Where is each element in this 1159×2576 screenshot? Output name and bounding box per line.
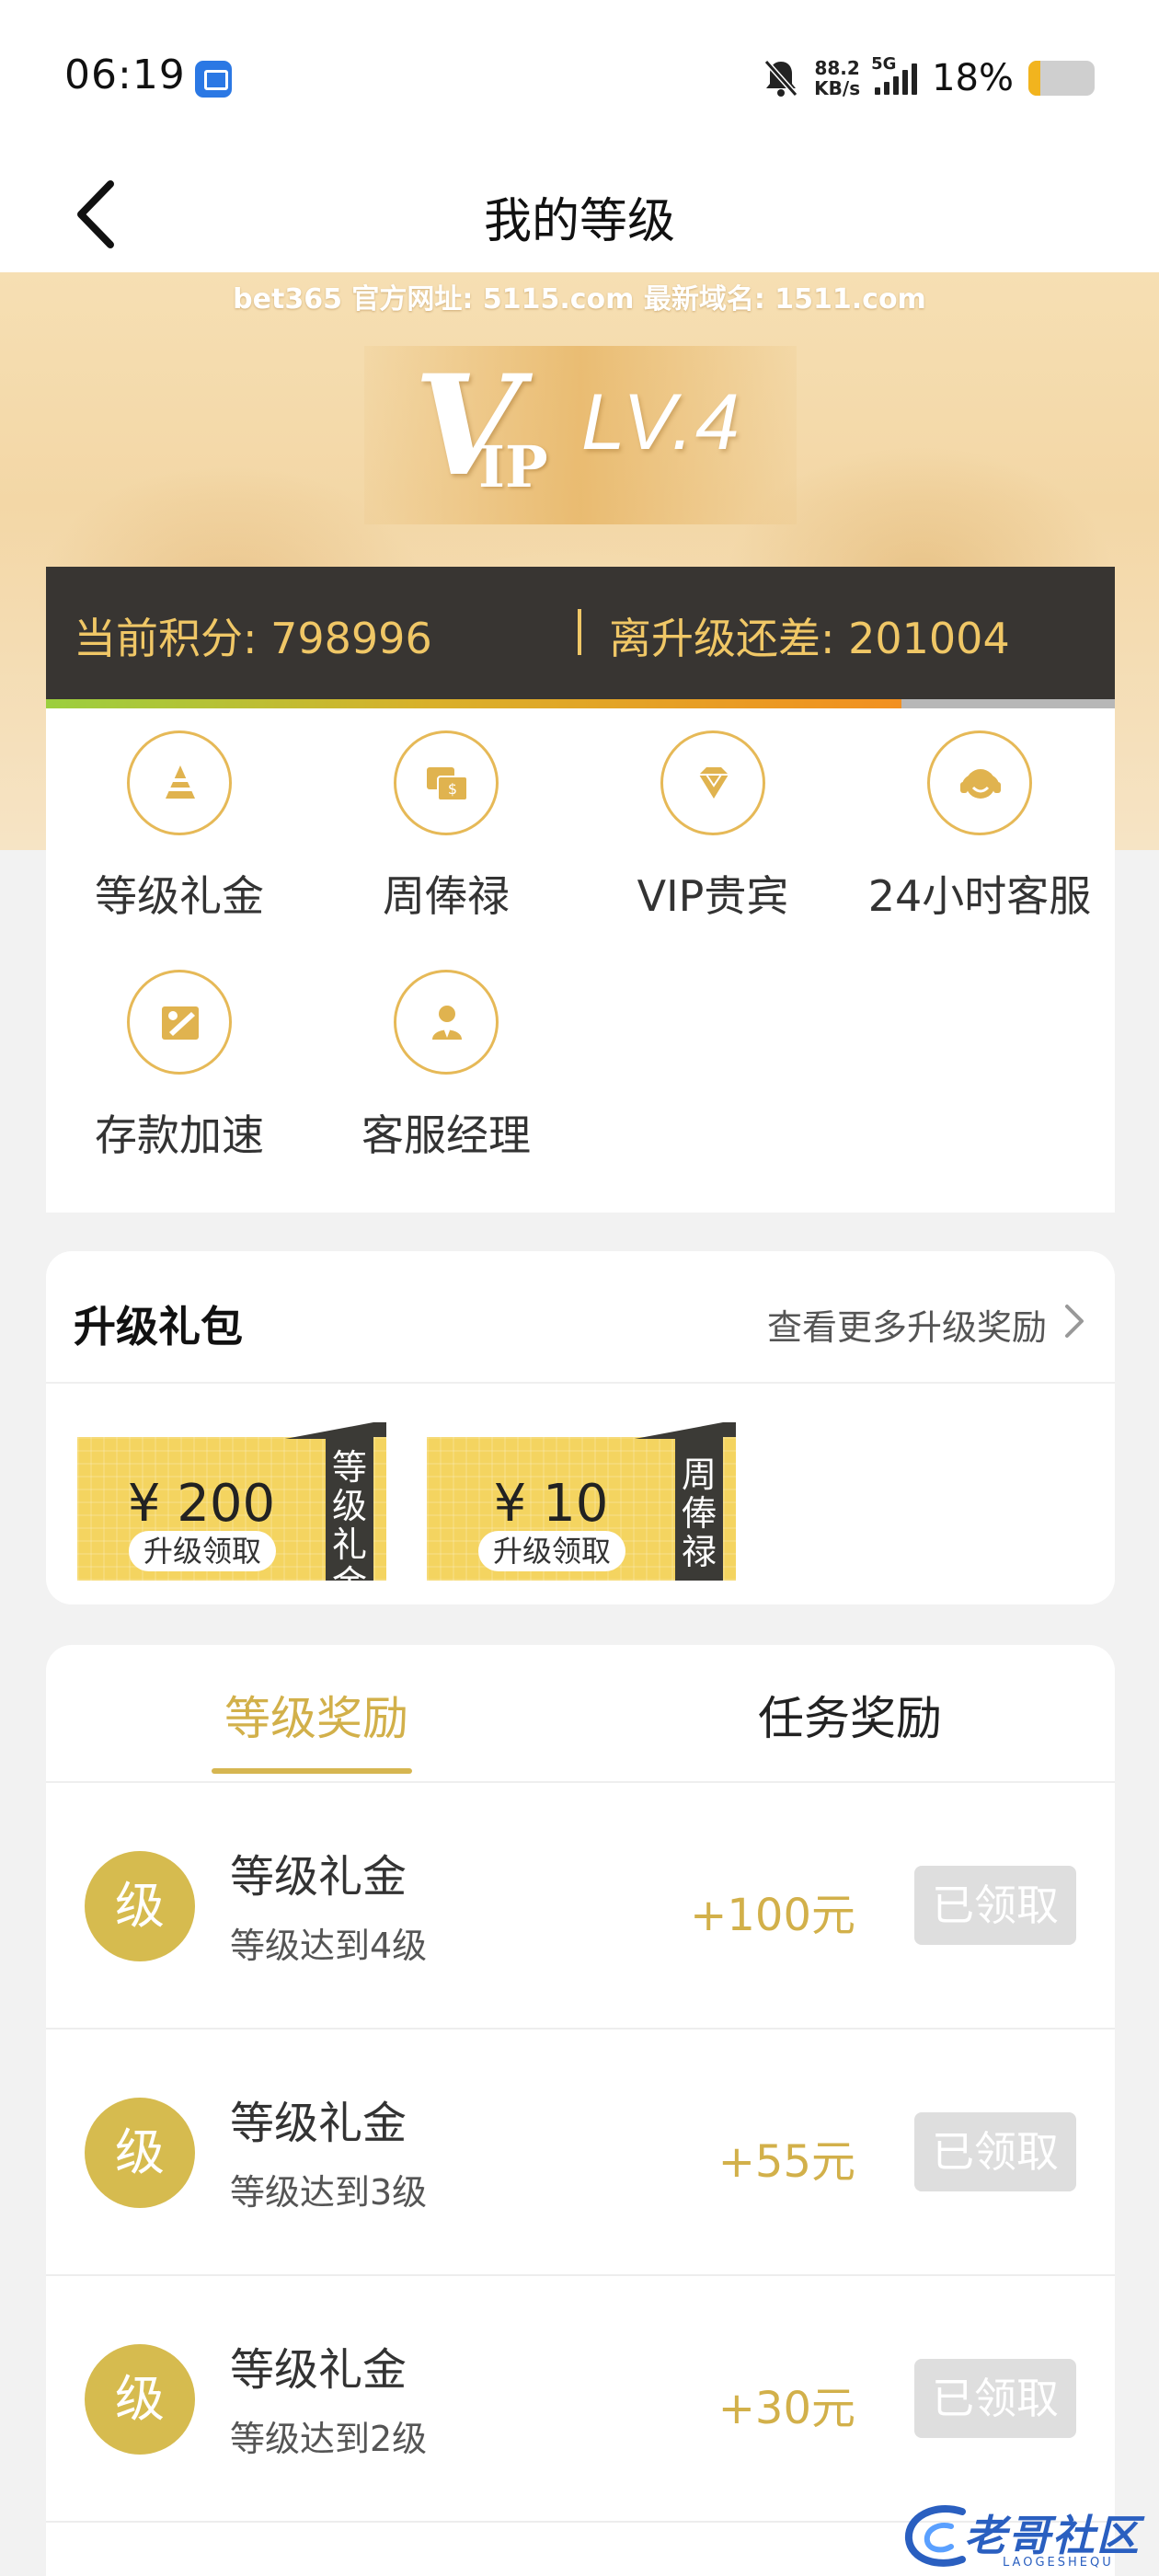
voucher-amount: ¥ 200 xyxy=(127,1474,276,1534)
tab-task-rewards[interactable]: 任务奖励 xyxy=(758,1682,942,1748)
points-to-upgrade: 离升级还差: 201004 xyxy=(609,614,1010,663)
rocket-icon xyxy=(127,970,232,1075)
upgrade-gift-title: 升级礼包 xyxy=(74,1302,243,1351)
battery-icon xyxy=(1028,61,1095,96)
reward-row: 级 等级礼金 等级达到2级 +30元 已领取 xyxy=(46,2276,1115,2523)
reward-title: 等级礼金 xyxy=(230,1851,407,1903)
divider xyxy=(46,1382,1115,1384)
reward-amount: +100元 xyxy=(690,1890,855,1941)
battery-fill xyxy=(1028,61,1040,96)
headset-icon xyxy=(927,730,1032,835)
status-time: 06:19 xyxy=(64,52,186,98)
privilege-label: 客服经理 xyxy=(361,1110,531,1160)
diamond-icon xyxy=(660,730,765,835)
privilege-account-manager[interactable]: 客服经理 xyxy=(313,970,580,1163)
svg-text:$: $ xyxy=(448,780,457,798)
privilege-vip-guest[interactable]: VIP贵宾 xyxy=(580,730,846,924)
net-speed-unit: KB/s xyxy=(814,77,861,99)
reward-condition: 等级达到2级 xyxy=(230,2419,428,2459)
level-progress-bar xyxy=(46,699,1115,708)
watermark-logo: 老哥社区 LAOGESHEQU xyxy=(898,2499,1153,2576)
level-badge: 级 xyxy=(85,2344,195,2455)
level-badge: 级 xyxy=(85,1851,195,1961)
score-divider xyxy=(578,609,581,655)
manager-icon xyxy=(394,970,499,1075)
money-chat-icon: $ xyxy=(394,730,499,835)
privilege-label: 存款加速 xyxy=(95,1110,264,1160)
claimed-button[interactable]: 已领取 xyxy=(914,2359,1076,2438)
reward-row: 级 等级礼金 等级达到4级 +100元 已领取 xyxy=(46,1783,1115,2030)
privilege-24h-support[interactable]: 24小时客服 xyxy=(846,730,1113,924)
chevron-right-icon[interactable] xyxy=(1061,1301,1087,1341)
vip-logo-ip: IP xyxy=(478,433,548,500)
privilege-weekly-salary[interactable]: $ 周俸禄 xyxy=(313,730,580,924)
claimed-button[interactable]: 已领取 xyxy=(914,1866,1076,1945)
voucher-ribbon xyxy=(723,1422,736,1437)
voucher-ribbon xyxy=(373,1422,386,1437)
promo-banner-text: bet365 官方网址: 5115.com 最新域名: 1511.com xyxy=(233,283,926,316)
privilege-deposit-boost[interactable]: 存款加速 xyxy=(46,970,313,1163)
net-speed: 88.2 KB/s xyxy=(814,58,860,98)
pyramid-icon xyxy=(127,730,232,835)
watermark-text: 老哥社区 xyxy=(964,2511,1141,2560)
privilege-label: 等级礼金 xyxy=(95,871,264,921)
page-title: 我的等级 xyxy=(483,194,675,249)
bell-muted-icon xyxy=(763,58,799,98)
claimed-button[interactable]: 已领取 xyxy=(914,2112,1076,2191)
voucher-amount: ¥ 10 xyxy=(493,1474,609,1534)
net-speed-value: 88.2 xyxy=(814,57,860,79)
nav-bar: 我的等级 xyxy=(0,156,1159,272)
current-points: 当前积分: 798996 xyxy=(74,614,432,663)
reward-amount: +55元 xyxy=(717,2136,855,2188)
privilege-level-bonus[interactable]: 等级礼金 xyxy=(46,730,313,924)
reward-title: 等级礼金 xyxy=(230,2098,407,2149)
reward-row: 级 等级礼金 等级达到3级 +55元 已领取 xyxy=(46,2030,1115,2276)
score-bar: 当前积分: 798996 离升级还差: 201004 xyxy=(46,567,1115,699)
privilege-label: 周俸禄 xyxy=(383,871,510,921)
battery-percent: 18% xyxy=(932,57,1014,99)
status-bar: 06:19 88.2 KB/s 5G 18% xyxy=(0,0,1159,156)
upgrade-gift-card: 升级礼包 查看更多升级奖励 ¥ 200 升级领取 等级礼金 ¥ 10 升级领取 … xyxy=(46,1251,1115,1604)
more-rewards-link[interactable]: 查看更多升级奖励 xyxy=(767,1299,1047,1350)
signal-icon: 5G xyxy=(871,54,918,95)
app-notification-icon xyxy=(195,61,232,98)
voucher-claim-label: 升级领取 xyxy=(129,1531,276,1571)
voucher-level-bonus[interactable]: ¥ 200 升级领取 等级礼金 xyxy=(77,1422,386,1603)
privilege-label: VIP贵宾 xyxy=(637,871,789,921)
watermark-subtext: LAOGESHEQU xyxy=(1003,2556,1114,2570)
reward-condition: 等级达到3级 xyxy=(230,2172,428,2213)
reward-amount: +30元 xyxy=(717,2383,855,2434)
voucher-tag: 周俸禄 xyxy=(675,1437,723,1581)
level-badge: 级 xyxy=(85,2098,195,2208)
vip-level: LV.4 xyxy=(581,378,741,466)
voucher-tag: 等级礼金 xyxy=(326,1437,373,1603)
level-progress-fill xyxy=(46,699,901,708)
reward-title: 等级礼金 xyxy=(230,2344,407,2396)
voucher-weekly-salary[interactable]: ¥ 10 升级领取 周俸禄 xyxy=(427,1422,736,1581)
privileges-card: 等级礼金 $ 周俸禄 VIP贵宾 24小时客服 存款加速 客服经理 xyxy=(46,708,1115,1213)
reward-condition: 等级达到4级 xyxy=(230,1926,428,1966)
voucher-claim-label: 升级领取 xyxy=(478,1531,625,1571)
status-indicators: 88.2 KB/s 5G 18% xyxy=(763,53,1095,103)
active-tab-indicator xyxy=(212,1768,412,1774)
tab-level-rewards[interactable]: 等级奖励 xyxy=(224,1682,408,1748)
network-type: 5G xyxy=(871,54,897,74)
rewards-card: 等级奖励 任务奖励 级 等级礼金 等级达到4级 +100元 已领取 级 等级礼金… xyxy=(46,1645,1115,2576)
privilege-label: 24小时客服 xyxy=(867,871,1092,921)
